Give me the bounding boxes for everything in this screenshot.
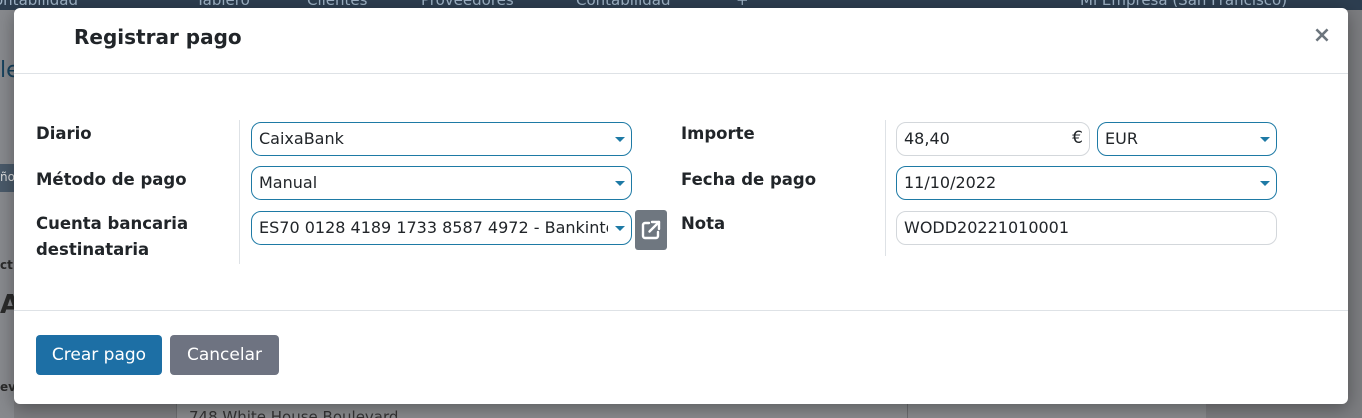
amount-label: Importe bbox=[681, 124, 755, 143]
right-column-divider bbox=[885, 120, 886, 256]
journal-label: Diario bbox=[36, 124, 92, 143]
background-address-card: 748 White House Boulevard bbox=[176, 404, 1206, 418]
chevron-down-icon bbox=[615, 181, 625, 186]
dialog-footer: Crear pago Cancelar bbox=[14, 310, 1348, 404]
chevron-down-icon bbox=[1260, 181, 1270, 186]
background-address-line: 748 White House Boulevard bbox=[189, 408, 399, 418]
amount-input[interactable]: 48,40 € bbox=[896, 122, 1090, 156]
currency-select[interactable]: EUR bbox=[1097, 122, 1277, 156]
recipient-account-value: ES70 0128 4189 1733 8587 4972 - Bankinte… bbox=[259, 218, 608, 237]
payment-method-select[interactable]: Manual bbox=[251, 166, 632, 200]
dialog-header: Registrar pago × bbox=[14, 8, 1348, 74]
memo-value: WODD20221010001 bbox=[904, 218, 1070, 237]
memo-label: Nota bbox=[681, 214, 726, 233]
recipient-account-label-line2: destinataria bbox=[36, 240, 150, 259]
external-link-icon bbox=[641, 220, 661, 240]
journal-value: CaixaBank bbox=[259, 129, 344, 148]
external-link-button[interactable] bbox=[635, 210, 667, 250]
payment-date-value: 11/10/2022 bbox=[904, 173, 997, 192]
payment-method-value: Manual bbox=[259, 173, 318, 192]
close-icon[interactable]: × bbox=[1312, 24, 1332, 48]
create-payment-button[interactable]: Crear pago bbox=[36, 335, 162, 375]
chevron-down-icon bbox=[1260, 137, 1270, 142]
cancel-button[interactable]: Cancelar bbox=[170, 335, 279, 375]
memo-input[interactable]: WODD20221010001 bbox=[896, 211, 1277, 245]
background-tab-fragment: ño bbox=[0, 164, 15, 192]
left-column-divider bbox=[239, 120, 240, 264]
background-card-divider bbox=[907, 404, 908, 418]
dialog-title: Registrar pago bbox=[74, 25, 242, 49]
recipient-account-select[interactable]: ES70 0128 4189 1733 8587 4972 - Bankinte… bbox=[251, 211, 632, 245]
activity-badge: 19 bbox=[880, 0, 893, 1]
background-label-fragment: ct bbox=[0, 258, 13, 272]
journal-select[interactable]: CaixaBank bbox=[251, 122, 632, 156]
amount-value: 48,40 bbox=[904, 129, 950, 148]
currency-value: EUR bbox=[1105, 129, 1138, 148]
messages-badge: 58 bbox=[1026, 0, 1039, 1]
payment-date-input[interactable]: 11/10/2022 bbox=[896, 166, 1277, 200]
payment-date-label: Fecha de pago bbox=[681, 170, 817, 189]
chevron-down-icon bbox=[615, 137, 625, 142]
register-payment-dialog: Registrar pago × Diario Método de pago C… bbox=[14, 8, 1348, 404]
payment-method-label: Método de pago bbox=[36, 170, 187, 189]
chevron-down-icon bbox=[615, 226, 625, 231]
euro-symbol: € bbox=[1072, 128, 1083, 148]
recipient-account-label-line1: Cuenta bancaria bbox=[36, 214, 189, 233]
